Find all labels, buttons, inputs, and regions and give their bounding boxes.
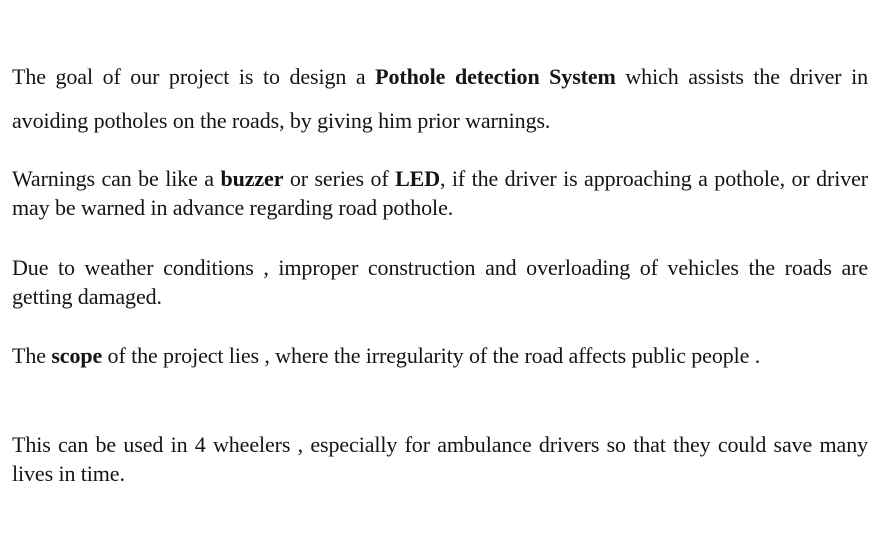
bold-term-led: LED xyxy=(395,166,440,191)
text-segment: The goal of our project is to design a xyxy=(12,64,376,89)
text-segment: of the project lies , where the irregula… xyxy=(102,343,761,368)
bold-term-scope: scope xyxy=(51,343,103,368)
paragraph-project-scope: The scope of the project lies , where th… xyxy=(12,341,868,370)
text-segment: The xyxy=(12,343,52,368)
paragraph-warnings: Warnings can be like a buzzer or series … xyxy=(12,164,868,222)
document-body: The goal of our project is to design a P… xyxy=(12,0,868,548)
paragraph-road-damage-causes: Due to weather conditions , improper con… xyxy=(12,253,868,311)
text-segment: Due to weather conditions , improper con… xyxy=(12,255,868,309)
text-segment: This can be used in 4 wheelers , especia… xyxy=(12,432,868,486)
text-segment: Warnings can be like a xyxy=(12,166,221,191)
bold-term-buzzer: buzzer xyxy=(220,166,284,191)
paragraph-use-case: This can be used in 4 wheelers , especia… xyxy=(12,430,868,488)
bold-term-pothole-detection-system: Pothole detection System xyxy=(375,64,616,89)
paragraph-project-goal: The goal of our project is to design a P… xyxy=(12,55,868,143)
text-segment: or series of xyxy=(283,166,396,191)
